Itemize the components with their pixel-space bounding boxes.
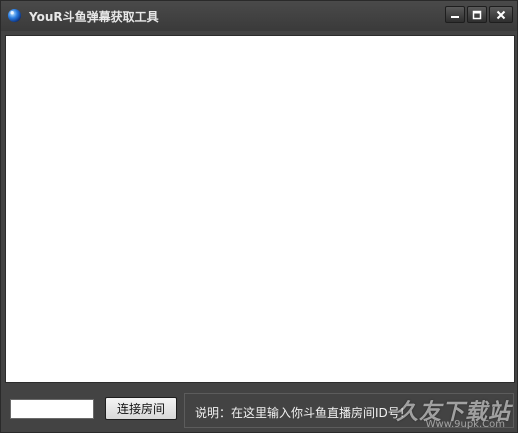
room-id-input[interactable]	[10, 399, 94, 419]
maximize-icon	[472, 10, 482, 19]
bottom-toolbar: 连接房间 说明：在这里输入你斗鱼直播房间ID号! 久友下载站 Www.9upk.…	[1, 385, 517, 432]
connect-room-button[interactable]: 连接房间	[105, 397, 177, 420]
danmaku-display-area[interactable]	[5, 35, 515, 383]
close-icon	[496, 10, 506, 19]
window-controls	[445, 6, 513, 23]
blue-sphere-icon	[7, 8, 22, 23]
minimize-button[interactable]	[445, 6, 465, 23]
instruction-text: 说明：在这里输入你斗鱼直播房间ID号!	[195, 406, 405, 420]
close-button[interactable]	[489, 6, 513, 23]
watermark-url: Www.9upk.Com	[425, 419, 505, 430]
maximize-button[interactable]	[467, 6, 487, 23]
minimize-icon	[451, 15, 459, 18]
title-bar[interactable]: YouR斗鱼弹幕获取工具	[1, 1, 517, 31]
app-window: YouR斗鱼弹幕获取工具 连接房间 说明：在这里输入你斗鱼直播房间ID号! 久友…	[0, 0, 518, 433]
window-title: YouR斗鱼弹幕获取工具	[29, 10, 159, 24]
